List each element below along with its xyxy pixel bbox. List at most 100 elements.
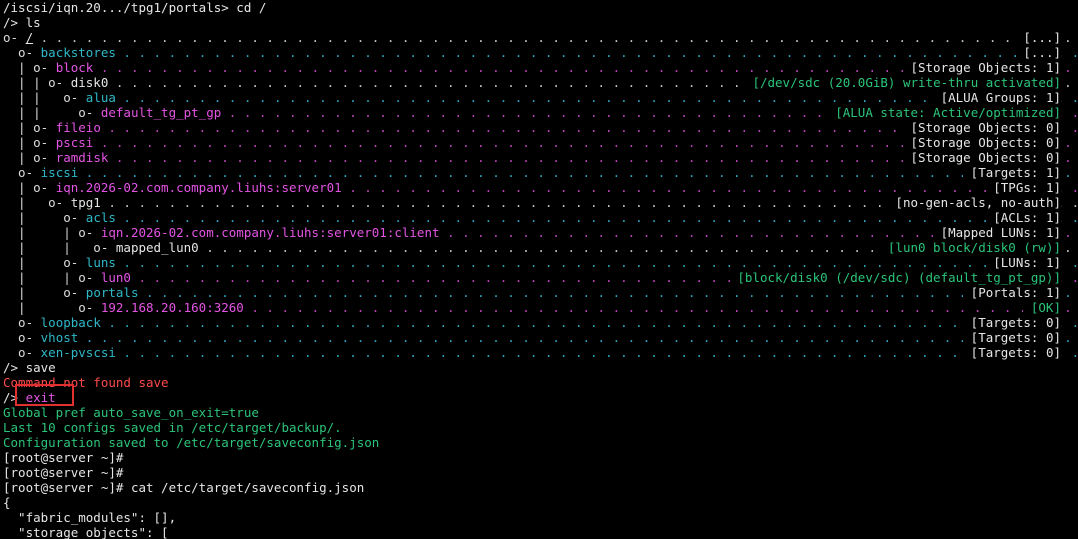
tree-row-left: | o- iqn.2026-02.com.company.liuhs:serve… (3, 180, 1078, 195)
tree-dot-leader: . . . . . . . . . . . . . . . . . . . . … (123, 345, 1078, 360)
tree-row-left: | o- luns . . . . . . . . . . . . . . . … (3, 255, 1078, 270)
config-saved-message: Configuration saved to /etc/target/savec… (3, 435, 380, 450)
tree-row-left: | o- 192.168.20.160:3260 . . . . . . . .… (3, 300, 1078, 315)
tree-row: | o- portals . . . . . . . . . . . . . .… (3, 285, 1078, 300)
tree-node-name: luns (85, 255, 116, 270)
save-error-message: Command not found save (3, 375, 169, 390)
tree-node-info: [ACLs: 1] (985, 210, 1061, 225)
tree-row: o- iscsi . . . . . . . . . . . . . . . .… (3, 165, 1078, 180)
tree-connector: | o- (3, 135, 56, 150)
tree-connector: | o- (3, 150, 56, 165)
tree-node-name: fileio (55, 120, 101, 135)
tree-node-info: [...] (1015, 30, 1061, 45)
tree-connector: | o- (3, 60, 56, 75)
tree-connector: | o- (3, 195, 71, 210)
tree-row: o- loopback . . . . . . . . . . . . . . … (3, 315, 1078, 330)
shell-cat-line: [root@server ~]# cat /etc/target/savecon… (3, 480, 1078, 495)
tree-node-name: default_tg_pt_gp (100, 105, 222, 120)
tree-row: | o- luns . . . . . . . . . . . . . . . … (3, 255, 1078, 270)
tree-node-info: [Targets: 0] (963, 345, 1061, 360)
tree-connector: o- (3, 165, 41, 180)
tree-node-name: acls (85, 210, 116, 225)
tree-row: | o- acls . . . . . . . . . . . . . . . … (3, 210, 1078, 225)
json-fabric-modules: "fabric_modules": [], (3, 510, 177, 525)
tree-connector: o- (3, 330, 41, 345)
shell-prompt: [root@server ~]# (3, 480, 124, 495)
tree-node-info: [/dev/sdc (20.0GiB) write-thru activated… (744, 75, 1061, 90)
tree-connector: | | o- (3, 240, 116, 255)
tree-row-left: o- loopback . . . . . . . . . . . . . . … (3, 315, 1078, 330)
terminal-window[interactable]: /iscsi/iqn.20.../tpg1/portals> cd / /> l… (0, 0, 1078, 539)
tree-connector: o- (3, 45, 41, 60)
tree-node-name: tpg1 (70, 195, 101, 210)
tree-row: | | o- iqn.2026-02.com.company.liuhs:ser… (3, 225, 1078, 240)
tree-row-left: o- iscsi . . . . . . . . . . . . . . . .… (3, 165, 1078, 180)
tree-row: | | o- alua . . . . . . . . . . . . . . … (3, 90, 1078, 105)
tree-connector: o- (3, 345, 41, 360)
tree-node-info: [Portals: 1] (963, 285, 1061, 300)
tree-row: | | o- lun0 . . . . . . . . . . . . . . … (3, 270, 1078, 285)
tree-dot-leader: . . . . . . . . . . . . . . . . . . . . … (85, 330, 1072, 345)
tree-row-left: o- backstores . . . . . . . . . . . . . … (3, 45, 1078, 60)
tree-connector: | | o- (3, 90, 86, 105)
tree-row: | | o- mapped_lun0 . . . . . . . . . . .… (3, 240, 1078, 255)
targetcli-tree: o- / . . . . . . . . . . . . . . . . . .… (3, 30, 1078, 360)
tree-row-left: o- vhost . . . . . . . . . . . . . . . .… (3, 330, 1078, 345)
terminal-line-ls: /> ls (3, 15, 41, 30)
tree-row: o- backstores . . . . . . . . . . . . . … (3, 45, 1078, 60)
tree-connector: | | o- (3, 105, 101, 120)
tree-dot-leader: . . . . . . . . . . . . . . . . . . . . … (108, 315, 1078, 330)
tree-row-left: | o- acls . . . . . . . . . . . . . . . … (3, 210, 1078, 225)
cat-command: cat /etc/target/saveconfig.json (123, 480, 365, 495)
tree-node-name: iqn.2026-02.com.company.liuhs:server01 (55, 180, 342, 195)
tree-node-name: 192.168.20.160:3260 (100, 300, 244, 315)
tree-node-info: [OK] (1023, 300, 1061, 315)
tree-node-info: [Mapped LUNs: 1] (933, 225, 1061, 240)
tree-row: | o- tpg1 . . . . . . . . . . . . . . . … (3, 195, 1078, 210)
tree-node-info: [ALUA Groups: 1] (933, 90, 1061, 105)
tree-node-name: disk0 (70, 75, 109, 90)
tree-dot-leader: . . . . . . . . . . . . . . . . . . . . … (251, 300, 1072, 315)
tree-dot-leader: . . . . . . . . . . . . . . . . . . . . … (146, 285, 1072, 300)
tree-row: | o- block . . . . . . . . . . . . . . .… (3, 60, 1078, 75)
tree-node-info: [LUNs: 1] (985, 255, 1061, 270)
tree-node-name: xen-pvscsi (40, 345, 116, 360)
tree-node-name: iqn.2026-02.com.company.liuhs:server01:c… (100, 225, 440, 240)
tree-connector: o- (3, 315, 41, 330)
tree-connector: | o- (3, 300, 101, 315)
tree-node-name: / (25, 30, 34, 45)
tree-node-info: [no-gen-acls, no-auth] (887, 195, 1061, 210)
tree-dot-leader: . . . . . . . . . . . . . . . . . . . . … (40, 30, 1072, 45)
tree-node-name: ramdisk (55, 150, 109, 165)
tree-node-name: mapped_lun0 (115, 240, 199, 255)
tree-node-name: pscsi (55, 135, 94, 150)
tree-node-info: [Targets: 0] (963, 315, 1061, 330)
tree-node-info: [ALUA state: Active/optimized] (827, 105, 1061, 120)
tree-dot-leader: . . . . . . . . . . . . . . . . . . . . … (349, 180, 1078, 195)
tree-node-info: [Storage Objects: 0] (902, 120, 1061, 135)
tree-dot-leader: . . . . . . . . . . . . . . . . . . . . … (123, 45, 1078, 60)
tree-row-left: | | o- alua . . . . . . . . . . . . . . … (3, 90, 1078, 105)
tree-row: | o- pscsi . . . . . . . . . . . . . . .… (3, 135, 1078, 150)
tree-node-info: [Targets: 1] (963, 165, 1061, 180)
tree-node-name: alua (85, 90, 116, 105)
tree-connector: | | o- (3, 225, 101, 240)
terminal-line-save: /> save (3, 360, 56, 375)
tree-row: | o- iqn.2026-02.com.company.liuhs:serve… (3, 180, 1078, 195)
exit-command: exit (18, 390, 56, 405)
tree-node-name: block (55, 60, 94, 75)
tree-row-left: | o- portals . . . . . . . . . . . . . .… (3, 285, 1078, 300)
tree-node-info: [lun0 block/disk0 (rw)] (880, 240, 1061, 255)
tree-row: o- xen-pvscsi . . . . . . . . . . . . . … (3, 345, 1078, 360)
tree-node-info: [...] (1015, 45, 1061, 60)
tree-node-info: [Storage Objects: 0] (902, 135, 1061, 150)
tree-row: | | o- default_tg_pt_gp . . . . . . . . … (3, 105, 1078, 120)
tree-connector: | o- (3, 120, 56, 135)
tree-node-name: iscsi (40, 165, 79, 180)
tree-dot-leader: . . . . . . . . . . . . . . . . . . . . … (123, 210, 1078, 225)
tree-node-info: [Storage Objects: 1] (902, 60, 1061, 75)
json-open-brace: { (3, 495, 11, 510)
json-storage-objects: "storage_objects": [ (3, 525, 169, 539)
tree-node-name: loopback (40, 315, 101, 330)
tree-connector: | o- (3, 255, 86, 270)
